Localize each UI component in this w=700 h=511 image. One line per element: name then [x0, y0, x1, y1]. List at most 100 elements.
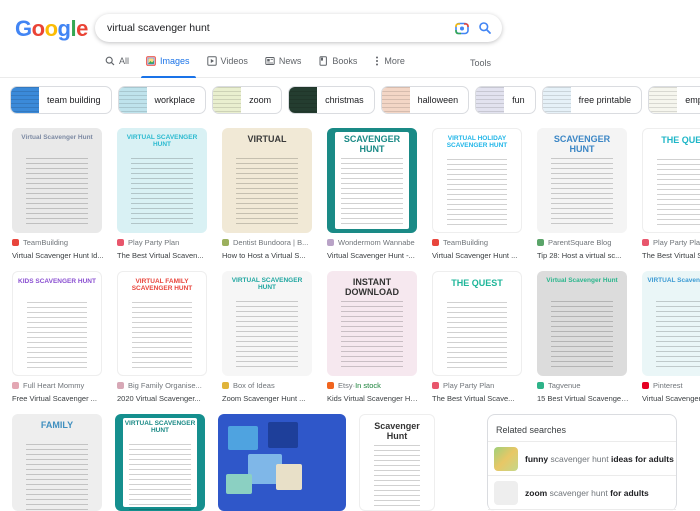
related-searches-panel: Related searches funny scavenger hunt id… [487, 414, 677, 511]
tools-button[interactable]: Tools [470, 58, 491, 68]
result-thumbnail[interactable]: VIRTUAL HOLIDAY SCAVENGER HUNT [432, 128, 522, 233]
result-source: TeamBuilding [432, 238, 524, 247]
google-logo[interactable]: Google [15, 16, 88, 42]
related-search-label: zoom scavenger hunt for adults [525, 488, 649, 498]
search-box[interactable] [95, 14, 502, 42]
chip-team-building[interactable]: team building [10, 86, 112, 114]
query-text: scavenger hunt [547, 487, 611, 498]
source-name: Play Party Plan [653, 238, 700, 247]
result-source: Dentist Bundoora | B... [222, 238, 314, 247]
tab-more[interactable]: More [374, 56, 405, 78]
result-thumbnail[interactable]: INSTANT DOWNLOAD [327, 271, 417, 376]
site-favicon [327, 382, 334, 389]
chip-fun[interactable]: fun [475, 86, 536, 114]
result-thumbnail[interactable]: FAMILY [12, 414, 102, 511]
related-search-item[interactable]: funny scavenger hunt ideas for adults [488, 442, 676, 476]
result-thumbnail[interactable]: VIRTUAL SCAVENGER HUNT [117, 128, 207, 233]
result-source: Tagvenue [537, 381, 629, 390]
result-title[interactable]: Virtual Scavenger Hunt Id... [12, 251, 104, 260]
tab-images[interactable]: Images [141, 56, 195, 78]
result-source: Big Family Organise... [117, 381, 209, 390]
source-name: Etsy [338, 381, 353, 390]
image-row-1: Virtual Scavenger Hunt TeamBuilding Virtua… [12, 128, 700, 260]
result-title[interactable]: The Best Virtual Scave... [432, 394, 524, 403]
result-thumbnail[interactable]: Scavenger Hunt [359, 414, 435, 511]
tab-books[interactable]: Books [318, 56, 357, 78]
image-result[interactable]: VIRTUAL Dentist Bundoora | B... How to Hos… [222, 128, 314, 260]
site-favicon [537, 239, 544, 246]
tab-label: All [119, 56, 130, 66]
related-search-item[interactable]: zoom scavenger hunt for adults [488, 476, 676, 510]
chip-label: workplace [154, 95, 196, 105]
image-result[interactable]: VIRTUAL SCAVENGER HUNT [115, 414, 205, 511]
related-thumbnail [494, 446, 518, 471]
result-title[interactable]: Virtual Scavenger Hunt ... [432, 251, 524, 260]
image-result[interactable]: Virtual Scavenger Hunt TeamBuilding Virtua… [12, 128, 104, 260]
image-result[interactable]: VIRTUAL FAMILY SCAVENGER HUNT Big Family … [117, 271, 209, 403]
chip-employee[interactable]: employee [648, 86, 700, 114]
image-result[interactable] [218, 414, 346, 511]
play-icon [206, 56, 217, 66]
chip-halloween[interactable]: halloween [380, 86, 470, 114]
result-thumbnail[interactable]: VIRTUAL [222, 128, 312, 233]
result-thumbnail[interactable]: THE QUEST [432, 271, 522, 376]
result-title[interactable]: The Best Virtual Scaven... [642, 251, 700, 260]
result-title[interactable]: The Best Virtual Scaven... [117, 251, 209, 260]
chip-free-printable[interactable]: free printable [541, 86, 643, 114]
image-result[interactable]: VIRTUAL SCAVENGER HUNT Box of Ideas Zoom S… [222, 271, 314, 403]
chip-zoom[interactable]: zoom [212, 86, 283, 114]
result-thumbnail[interactable]: SCAVENGER HUNT [537, 128, 627, 233]
result-title[interactable]: Free Virtual Scavenger ... [12, 394, 104, 403]
google-lens-icon[interactable] [455, 21, 469, 35]
result-thumbnail[interactable]: VIRTUAL FAMILY SCAVENGER HUNT [117, 271, 207, 376]
source-name: ParentSquare Blog [548, 238, 612, 247]
image-result[interactable]: THE QUEST Play Party Plan The Best Virtual… [432, 271, 524, 403]
query-emphasis: ideas for adults [611, 453, 674, 464]
image-result[interactable]: Virtual Scavenger Hunt Tagvenue 15 Best Vi… [537, 271, 629, 403]
tab-label: More [384, 56, 405, 66]
image-result[interactable]: INSTANT DOWNLOAD Etsy · In stock Kids Virt… [327, 271, 419, 403]
result-title[interactable]: Tip 28: Host a virtual sc... [537, 251, 629, 260]
result-title[interactable]: Kids Virtual Scavenger Hunt f... [327, 394, 419, 403]
chip-workplace[interactable]: workplace [117, 86, 207, 114]
result-thumbnail[interactable]: VIRTUAL SCAVENGER HUNT [115, 414, 205, 511]
result-thumbnail[interactable]: VIRTUAL Scavenger Hunt [642, 271, 700, 376]
site-favicon [327, 239, 334, 246]
result-thumbnail[interactable]: VIRTUAL SCAVENGER HUNT [222, 271, 312, 376]
search-input[interactable] [107, 19, 437, 37]
image-result[interactable]: VIRTUAL HOLIDAY SCAVENGER HUNT TeamBuildi… [432, 128, 524, 260]
result-title[interactable]: Zoom Scavenger Hunt ... [222, 394, 314, 403]
result-thumbnail[interactable]: THE QUEST [642, 128, 700, 233]
result-thumbnail[interactable] [218, 414, 346, 511]
tab-all[interactable]: All [105, 56, 129, 78]
result-title[interactable]: Virtual Scavenger Hu... [642, 394, 700, 403]
source-name: Full Heart Mommy [23, 381, 85, 390]
image-result[interactable]: SCAVENGER HUNT Wondermom Wannabe Virtual S… [327, 128, 419, 260]
image-result[interactable]: VIRTUAL SCAVENGER HUNT Play Party Plan The… [117, 128, 209, 260]
result-title[interactable]: Virtual Scavenger Hunt -... [327, 251, 419, 260]
search-icon[interactable] [478, 21, 492, 35]
result-title[interactable]: 2020 Virtual Scavenger... [117, 394, 209, 403]
result-title[interactable]: How to Host a Virtual S... [222, 251, 314, 260]
source-name: TeamBuilding [443, 238, 489, 247]
image-result[interactable]: FAMILY [12, 414, 102, 511]
result-thumbnail[interactable]: KIDS SCAVENGER HUNT [12, 271, 102, 376]
result-source: Play Party Plan [642, 238, 700, 247]
chip-thumbnail [649, 87, 678, 113]
image-result[interactable]: THE QUEST Play Party Plan The Best Virtual… [642, 128, 700, 260]
chip-label: fun [512, 95, 525, 105]
image-result[interactable]: SCAVENGER HUNT ParentSquare Blog Tip 28: H… [537, 128, 629, 260]
query-emphasis: funny [525, 453, 549, 464]
tab-videos[interactable]: Videos [206, 56, 248, 78]
result-title[interactable]: 15 Best Virtual Scavenger H... [537, 394, 629, 403]
image-row-2: KIDS SCAVENGER HUNT Full Heart Mommy Free … [12, 271, 700, 403]
result-thumbnail[interactable]: Virtual Scavenger Hunt [537, 271, 627, 376]
chip-christmas[interactable]: christmas [288, 86, 375, 114]
image-result[interactable]: KIDS SCAVENGER HUNT Full Heart Mommy Free … [12, 271, 104, 403]
result-thumbnail[interactable]: Virtual Scavenger Hunt [12, 128, 102, 233]
result-thumbnail[interactable]: SCAVENGER HUNT [327, 128, 417, 233]
tab-news[interactable]: News [265, 56, 301, 78]
site-favicon [222, 239, 229, 246]
image-result[interactable]: Scavenger Hunt [359, 414, 435, 511]
image-result[interactable]: VIRTUAL Scavenger Hunt Pinterest Virtual S… [642, 271, 700, 403]
